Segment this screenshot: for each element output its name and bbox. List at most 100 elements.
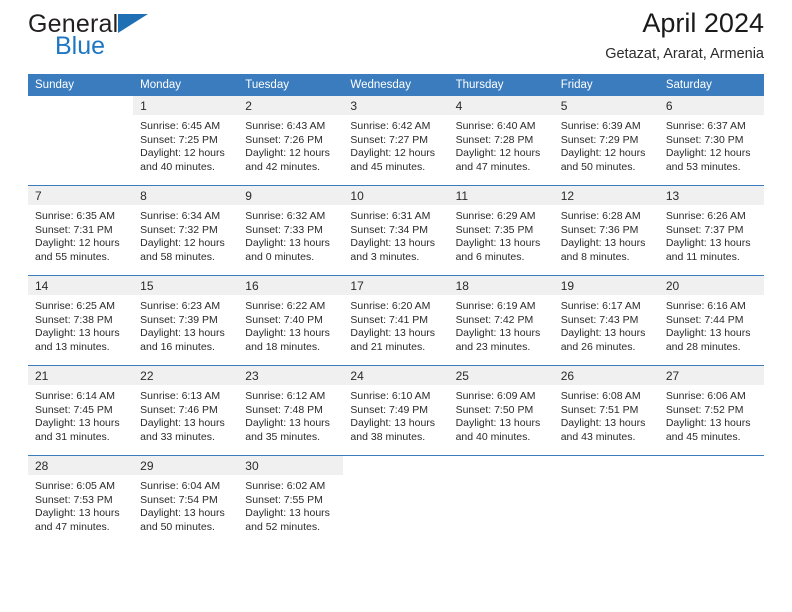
calendar-day-cell[interactable]: 4 Sunrise: 6:40 AM Sunset: 7:28 PM Daylight… — [448, 96, 554, 186]
calendar-day-cell[interactable]: 25 Sunrise: 6:09 AM Sunset: 7:50 PM Dayligh… — [448, 365, 554, 456]
day-number: 21 — [28, 366, 134, 385]
sunset-text: Sunset: 7:51 PM — [560, 403, 639, 416]
calendar-day-cell[interactable]: 2 Sunrise: 6:43 AM Sunset: 7:26 PM Daylight… — [238, 96, 344, 186]
day-number: 6 — [658, 96, 764, 115]
calendar-page: General Blue April 2024 Getazat, Ararat,… — [0, 0, 792, 612]
sunset-text: Sunset: 7:34 PM — [350, 223, 429, 236]
daylight-text-line1: Daylight: 13 hours — [35, 417, 120, 430]
day-details: Sunrise: 6:20 AM Sunset: 7:41 PM Daylight:… — [343, 295, 448, 354]
sunrise-text: Sunrise: 6:10 AM — [350, 390, 431, 402]
day-details — [659, 475, 764, 480]
daylight-text-line1: Daylight: 13 hours — [455, 417, 541, 430]
day-number: 24 — [343, 366, 449, 385]
sunset-text: Sunset: 7:30 PM — [665, 133, 744, 146]
day-details: Sunrise: 6:04 AM Sunset: 7:54 PM Daylight:… — [133, 475, 238, 534]
daylight-text-line1: Daylight: 13 hours — [455, 237, 541, 250]
daylight-text-line2: and 38 minutes. — [350, 430, 426, 443]
calendar-week-row: 21 Sunrise: 6:14 AM Sunset: 7:45 PM Dayligh… — [28, 365, 764, 456]
calendar-day-cell[interactable]: 19 Sunrise: 6:17 AM Sunset: 7:43 PM Dayligh… — [553, 275, 659, 366]
sunset-text: Sunset: 7:44 PM — [665, 313, 744, 326]
daylight-text-line2: and 26 minutes. — [560, 340, 636, 353]
day-details: Sunrise: 6:40 AM Sunset: 7:28 PM Daylight:… — [449, 115, 554, 174]
day-details: Sunrise: 6:39 AM Sunset: 7:29 PM Daylight:… — [554, 115, 659, 174]
calendar-day-cell[interactable]: 29 Sunrise: 6:04 AM Sunset: 7:54 PM Dayligh… — [133, 455, 239, 545]
calendar-day-cell[interactable]: 7 Sunrise: 6:35 AM Sunset: 7:31 PM Daylight… — [28, 185, 134, 276]
sunset-text: Sunset: 7:26 PM — [245, 133, 323, 146]
sunset-text: Sunset: 7:28 PM — [455, 133, 534, 146]
daylight-text-line2: and 3 minutes. — [350, 250, 420, 263]
calendar-day-cell[interactable]: 20 Sunrise: 6:16 AM Sunset: 7:44 PM Dayligh… — [658, 275, 764, 366]
daylight-text-line1: Daylight: 13 hours — [560, 327, 646, 340]
daylight-text-line1: Daylight: 13 hours — [560, 237, 646, 250]
day-number: 3 — [343, 96, 449, 115]
calendar-body: 1 Sunrise: 6:45 AM Sunset: 7:25 PM Daylight… — [28, 96, 764, 545]
daylight-text-line1: Daylight: 13 hours — [140, 417, 225, 430]
calendar-day-cell[interactable]: 11 Sunrise: 6:29 AM Sunset: 7:35 PM Dayligh… — [448, 185, 554, 276]
calendar-day-cell[interactable]: 21 Sunrise: 6:14 AM Sunset: 7:45 PM Dayligh… — [28, 365, 134, 456]
calendar-day-cell[interactable]: 27 Sunrise: 6:06 AM Sunset: 7:52 PM Dayligh… — [658, 365, 764, 456]
day-details: Sunrise: 6:08 AM Sunset: 7:51 PM Daylight:… — [554, 385, 659, 444]
calendar-day-cell[interactable]: 23 Sunrise: 6:12 AM Sunset: 7:48 PM Dayligh… — [238, 365, 344, 456]
calendar-day-cell[interactable]: 6 Sunrise: 6:37 AM Sunset: 7:30 PM Daylight… — [658, 96, 764, 186]
day-number: 1 — [133, 96, 239, 115]
triangle-icon — [118, 14, 148, 33]
brand-logo[interactable]: General Blue — [28, 12, 228, 60]
calendar-day-cell[interactable]: 17 Sunrise: 6:20 AM Sunset: 7:41 PM Dayligh… — [343, 275, 449, 366]
daylight-text-line2: and 28 minutes. — [665, 340, 741, 353]
sunrise-text: Sunrise: 6:02 AM — [245, 480, 326, 492]
daylight-text-line2: and 21 minutes. — [350, 340, 426, 353]
calendar-day-cell[interactable]: 5 Sunrise: 6:39 AM Sunset: 7:29 PM Daylight… — [553, 96, 659, 186]
calendar-day-cell[interactable]: 16 Sunrise: 6:22 AM Sunset: 7:40 PM Dayligh… — [238, 275, 344, 366]
day-details: Sunrise: 6:42 AM Sunset: 7:27 PM Daylight:… — [343, 115, 448, 174]
day-details: Sunrise: 6:34 AM Sunset: 7:32 PM Daylight:… — [133, 205, 238, 264]
daylight-text-line2: and 18 minutes. — [245, 340, 320, 353]
sunset-text: Sunset: 7:52 PM — [665, 403, 744, 416]
day-details: Sunrise: 6:12 AM Sunset: 7:48 PM Daylight:… — [238, 385, 343, 444]
calendar-day-cell[interactable]: 8 Sunrise: 6:34 AM Sunset: 7:32 PM Daylight… — [133, 185, 239, 276]
day-number — [554, 456, 659, 475]
day-details: Sunrise: 6:37 AM Sunset: 7:30 PM Daylight:… — [659, 115, 764, 174]
day-number: 13 — [658, 186, 764, 205]
day-details: Sunrise: 6:31 AM Sunset: 7:34 PM Daylight:… — [343, 205, 448, 264]
daylight-text-line2: and 47 minutes. — [35, 520, 110, 533]
sunset-text: Sunset: 7:33 PM — [245, 223, 323, 236]
calendar-day-cell[interactable]: 9 Sunrise: 6:32 AM Sunset: 7:33 PM Daylight… — [238, 185, 344, 276]
sunrise-text: Sunrise: 6:39 AM — [560, 120, 641, 132]
day-number: 23 — [238, 366, 344, 385]
day-number: 30 — [238, 456, 344, 475]
daylight-text-line1: Daylight: 13 hours — [245, 327, 330, 340]
calendar-day-cell[interactable]: 15 Sunrise: 6:23 AM Sunset: 7:39 PM Dayligh… — [133, 275, 239, 366]
calendar-day-cell[interactable]: 28 Sunrise: 6:05 AM Sunset: 7:53 PM Dayligh… — [28, 455, 134, 545]
calendar-day-cell[interactable]: 14 Sunrise: 6:25 AM Sunset: 7:38 PM Dayligh… — [28, 275, 134, 366]
calendar-day-cell[interactable]: 12 Sunrise: 6:28 AM Sunset: 7:36 PM Dayligh… — [553, 185, 659, 276]
calendar-day-cell[interactable]: 30 Sunrise: 6:02 AM Sunset: 7:55 PM Dayligh… — [238, 455, 344, 545]
sunrise-text: Sunrise: 6:20 AM — [350, 300, 431, 312]
sunrise-text: Sunrise: 6:43 AM — [245, 120, 326, 132]
sunrise-text: Sunrise: 6:14 AM — [35, 390, 115, 402]
calendar-day-cell[interactable]: 10 Sunrise: 6:31 AM Sunset: 7:34 PM Dayligh… — [343, 185, 449, 276]
daylight-text-line1: Daylight: 13 hours — [350, 237, 436, 250]
sunrise-text: Sunrise: 6:04 AM — [140, 480, 221, 492]
calendar-day-cell[interactable]: 26 Sunrise: 6:08 AM Sunset: 7:51 PM Dayligh… — [553, 365, 659, 456]
calendar-day-cell[interactable]: 24 Sunrise: 6:10 AM Sunset: 7:49 PM Dayligh… — [343, 365, 449, 456]
sunrise-text: Sunrise: 6:26 AM — [665, 210, 746, 222]
daylight-text-line2: and 40 minutes. — [455, 430, 531, 443]
calendar-day-cell[interactable]: 18 Sunrise: 6:19 AM Sunset: 7:42 PM Dayligh… — [448, 275, 554, 366]
daylight-text-line2: and 13 minutes. — [35, 340, 110, 353]
day-details: Sunrise: 6:35 AM Sunset: 7:31 PM Daylight:… — [28, 205, 133, 264]
day-details: Sunrise: 6:14 AM Sunset: 7:45 PM Daylight:… — [28, 385, 133, 444]
sunrise-text: Sunrise: 6:31 AM — [350, 210, 431, 222]
daylight-text-line1: Daylight: 13 hours — [35, 327, 120, 340]
day-number: 19 — [553, 276, 659, 295]
weekday-header-tuesday: Tuesday — [238, 74, 344, 96]
calendar-day-cell[interactable]: 13 Sunrise: 6:26 AM Sunset: 7:37 PM Dayligh… — [658, 185, 764, 276]
sunset-text: Sunset: 7:25 PM — [140, 133, 218, 146]
sunrise-text: Sunrise: 6:17 AM — [560, 300, 641, 312]
day-details: Sunrise: 6:06 AM Sunset: 7:52 PM Daylight:… — [659, 385, 764, 444]
calendar-day-cell[interactable]: 22 Sunrise: 6:13 AM Sunset: 7:46 PM Dayligh… — [133, 365, 239, 456]
calendar-day-cell[interactable]: 3 Sunrise: 6:42 AM Sunset: 7:27 PM Daylight… — [343, 96, 449, 186]
sunset-text: Sunset: 7:50 PM — [455, 403, 534, 416]
calendar-header-row: Sunday Monday Tuesday Wednesday Thursday Frid… — [28, 74, 764, 96]
calendar-day-cell[interactable]: 1 Sunrise: 6:45 AM Sunset: 7:25 PM Daylight… — [133, 96, 239, 186]
day-details — [343, 475, 448, 480]
